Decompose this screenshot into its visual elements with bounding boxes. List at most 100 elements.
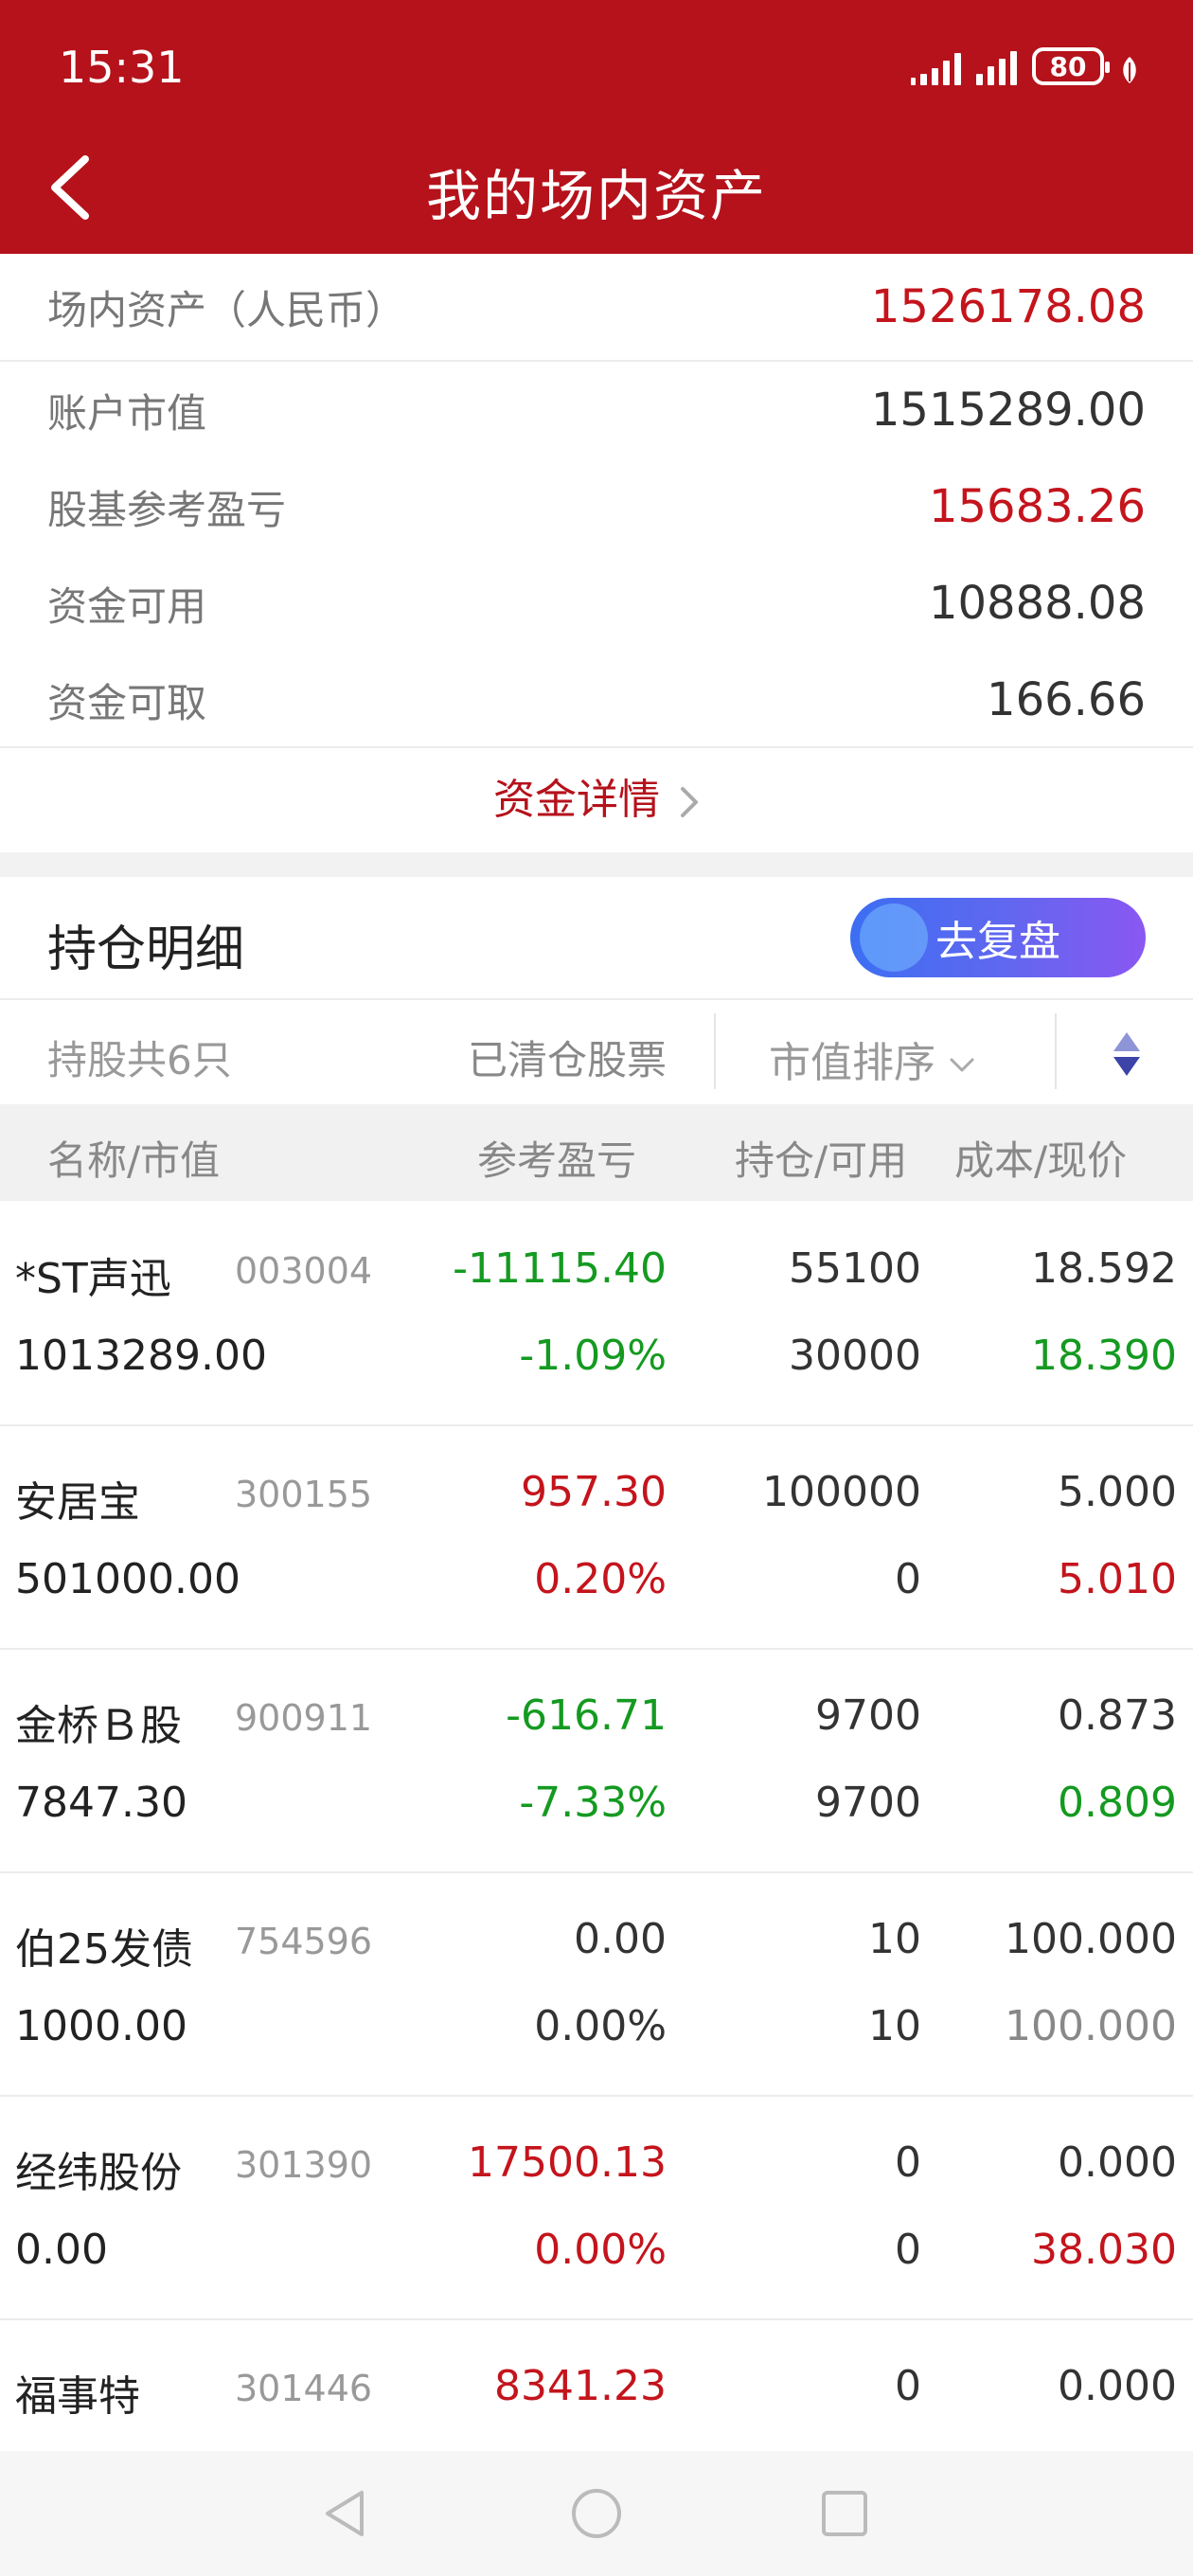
nav-home-icon[interactable] — [568, 2485, 625, 2542]
withdrawable-funds-label: 资金可取 — [47, 679, 207, 726]
stock-available: 0 — [895, 1555, 921, 1603]
stock-code: 754596 — [235, 1921, 373, 1962]
stock-row[interactable]: 伯25发债 754596 1000.00 0.00 0.00% 10 10 10… — [0, 1873, 1193, 2097]
stock-holding: 0 — [895, 2362, 921, 2410]
nav-recents-icon[interactable] — [816, 2485, 873, 2542]
col-profit-loss: 参考盈亏 — [477, 1137, 637, 1184]
chevron-down-icon — [950, 1058, 974, 1072]
col-name-market-value: 名称/市值 — [47, 1137, 221, 1184]
stock-holding: 55100 — [789, 1244, 921, 1293]
stock-profit-loss: 0.00 — [574, 1915, 667, 1963]
stock-available: 0 — [895, 2226, 921, 2274]
total-assets-row: 场内资产（人民币） 1526178.08 — [0, 256, 1193, 358]
available-funds-value: 10888.08 — [928, 577, 1146, 630]
section-gap — [0, 852, 1193, 877]
nav-back-icon[interactable] — [318, 2485, 375, 2542]
page-title: 我的场内资产 — [425, 164, 767, 228]
review-button-label: 去复盘 — [935, 918, 1060, 966]
stock-available: 30000 — [789, 1332, 921, 1380]
battery-icon: 80 — [1032, 47, 1110, 85]
stock-cost: 0.000 — [1058, 2362, 1177, 2410]
market-value: 1515289.00 — [870, 384, 1146, 437]
withdrawable-funds-value: 166.66 — [987, 673, 1146, 726]
system-navigation-bar — [0, 2451, 1193, 2576]
stock-market-value: 1000.00 — [15, 2002, 187, 2050]
stock-market-value: 0.00 — [15, 2226, 108, 2274]
stock-profit-loss-pct: 0.00% — [534, 2226, 667, 2274]
market-value-row: 账户市值 1515289.00 — [0, 362, 1193, 458]
stock-code: 301446 — [235, 2368, 373, 2409]
col-cost-price: 成本/现价 — [954, 1137, 1128, 1184]
stock-cost: 100.000 — [1005, 1915, 1177, 1963]
stock-price: 18.390 — [1031, 1332, 1177, 1380]
stock-profit-loss-pct: -1.09% — [519, 1332, 667, 1380]
stock-name: *ST声迅 — [15, 1255, 171, 1303]
stock-price: 5.010 — [1058, 1555, 1177, 1603]
divider — [1055, 1013, 1057, 1089]
stock-available: 10 — [868, 2002, 921, 2050]
sort-toggle-icon[interactable] — [1108, 1029, 1146, 1080]
stock-profit-loss-pct: -7.33% — [519, 1779, 667, 1827]
total-assets-value: 1526178.08 — [870, 280, 1146, 333]
stock-name: 福事特 — [15, 2372, 140, 2421]
status-icons: 80 — [911, 44, 1140, 85]
status-time: 15:31 — [59, 42, 185, 93]
fund-details-link[interactable]: 资金详情 — [0, 765, 1193, 826]
stock-price: 100.000 — [1005, 2002, 1177, 2050]
sort-label: 市值排序 — [769, 1039, 935, 1087]
stock-price: 38.030 — [1031, 2226, 1177, 2274]
signal-icon — [976, 47, 1017, 85]
chevron-right-icon — [681, 787, 698, 817]
stock-name: 安居宝 — [15, 1478, 140, 1527]
stock-market-value: 7847.30 — [15, 1779, 187, 1827]
stock-row[interactable]: 经纬股份 301390 0.00 17500.13 0.00% 0 0 0.00… — [0, 2097, 1193, 2320]
stock-profit-loss: 8341.23 — [494, 2362, 667, 2410]
available-funds-row: 资金可用 10888.08 — [0, 555, 1193, 652]
app-header: 15:31 80 我的场内资产 — [0, 0, 1193, 254]
stock-code: 900911 — [235, 1697, 373, 1739]
stock-profit-loss: 957.30 — [521, 1468, 667, 1516]
divider — [0, 746, 1193, 748]
stock-holding: 100000 — [762, 1468, 921, 1516]
profit-loss-value: 15683.26 — [928, 480, 1146, 533]
stock-holding: 0 — [895, 2138, 921, 2187]
total-assets-label: 场内资产（人民币） — [47, 286, 406, 333]
stock-holding: 10 — [868, 1915, 921, 1963]
stock-available: 9700 — [815, 1779, 921, 1827]
holdings-count: 持股共6只 — [47, 1037, 232, 1083]
stock-holding: 9700 — [815, 1691, 921, 1740]
stock-market-value: 1013289.00 — [15, 1332, 267, 1380]
review-button[interactable]: 去复盘 — [850, 898, 1146, 977]
stock-price: 0.809 — [1058, 1779, 1177, 1827]
stock-cost: 0.000 — [1058, 2138, 1177, 2187]
col-hold-available: 持仓/可用 — [735, 1137, 908, 1184]
market-value-label: 账户市值 — [47, 389, 207, 437]
withdrawable-funds-row: 资金可取 166.66 — [0, 652, 1193, 748]
button-decoration — [860, 903, 928, 972]
stock-row[interactable]: *ST声迅 003004 1013289.00 -11115.40 -1.09%… — [0, 1203, 1193, 1426]
stock-row[interactable]: 金桥Ｂ股 900911 7847.30 -616.71 -7.33% 9700 … — [0, 1650, 1193, 1873]
sort-dropdown[interactable]: 市值排序 — [769, 1029, 975, 1089]
fund-details-label: 资金详情 — [493, 776, 660, 824]
stock-row[interactable]: 安居宝 300155 501000.00 957.30 0.20% 100000… — [0, 1426, 1193, 1650]
stock-profit-loss: -11115.40 — [453, 1244, 667, 1293]
stock-profit-loss: 17500.13 — [468, 2138, 667, 2187]
stock-cost: 0.873 — [1058, 1691, 1177, 1740]
leaf-icon — [1123, 57, 1136, 83]
positions-filter-bar: 持股共6只 已清仓股票 市值排序 — [0, 1000, 1193, 1104]
stock-code: 300155 — [235, 1474, 373, 1515]
signal-icon — [911, 47, 961, 85]
stock-profit-loss-pct: 0.20% — [534, 1555, 667, 1603]
stock-profit-loss: -616.71 — [506, 1691, 667, 1740]
stock-name: 金桥Ｂ股 — [15, 1702, 182, 1750]
stock-name: 经纬股份 — [15, 2149, 182, 2197]
stock-cost: 18.592 — [1031, 1244, 1177, 1293]
column-header: 名称/市值 参考盈亏 持仓/可用 成本/现价 — [0, 1104, 1193, 1201]
profit-loss-row: 股基参考盈亏 15683.26 — [0, 458, 1193, 555]
positions-title: 持仓明细 — [47, 921, 245, 978]
stock-code: 003004 — [235, 1250, 373, 1292]
stock-code: 301390 — [235, 2144, 373, 2186]
cleared-stocks-link[interactable]: 已清仓股票 — [468, 1029, 667, 1086]
battery-level: 80 — [1049, 50, 1087, 82]
stock-cost: 5.000 — [1058, 1468, 1177, 1516]
